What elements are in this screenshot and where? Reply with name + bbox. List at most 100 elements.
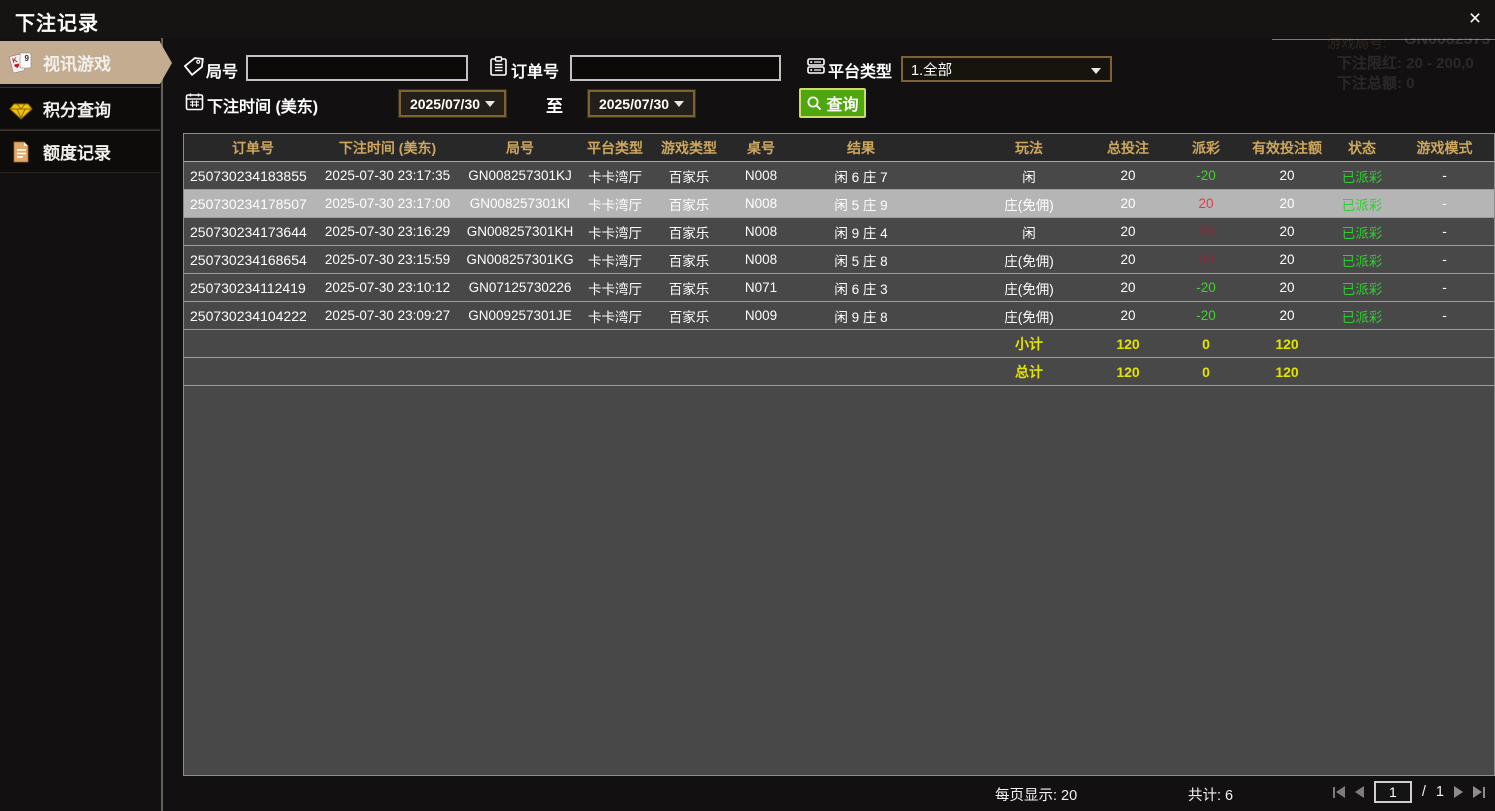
table-row[interactable]: 250730234178507 2025-07-30 23:17:00 GN0082…	[184, 190, 1494, 218]
column-header: 下注时间 (美东)	[338, 139, 437, 156]
platform-cell: 卡卡湾厅	[588, 281, 642, 297]
last-page-button[interactable]	[1473, 786, 1485, 798]
tag-icon	[184, 56, 204, 76]
column-header: 游戏类型	[661, 139, 717, 156]
valid-bet-cell: 20	[1279, 196, 1295, 211]
page-title: 下注记录	[15, 13, 99, 35]
bet-time-cell: 2025-07-30 23:17:00	[324, 196, 451, 211]
status-cell: 已派彩	[1341, 309, 1383, 325]
search-icon	[806, 95, 823, 112]
table-row[interactable]: 250730234112419 2025-07-30 23:10:12 GN0712…	[184, 274, 1494, 302]
round-no-input[interactable]	[246, 55, 468, 81]
table-row[interactable]: 250730234183855 2025-07-30 23:17:35 GN0082…	[184, 162, 1494, 190]
column-header: 平台类型	[587, 139, 643, 156]
grand-total-row-payout-cell: 0	[1202, 363, 1210, 380]
subtotal-row-total-bet-cell: 120	[1116, 335, 1140, 352]
order-no-cell: 250730234178507	[190, 195, 307, 212]
valid-bet-cell: 20	[1279, 168, 1295, 183]
result-cell: 闲 9 庄 8	[834, 309, 888, 325]
bg-bet-total: 下注总额: 0	[1337, 75, 1415, 92]
game-type-cell: 百家乐	[668, 169, 710, 185]
grand-total-row-valid-bet-cell: 120	[1275, 363, 1299, 380]
game-type-cell: 百家乐	[668, 197, 710, 213]
play-method-cell: 庄(免佣)	[1004, 281, 1054, 297]
total-bet-cell: 20	[1120, 224, 1136, 239]
column-header: 总投注	[1107, 139, 1149, 156]
table-row[interactable]: 250730234168654 2025-07-30 23:15:59 GN0082…	[184, 246, 1494, 274]
column-header: 状态	[1348, 139, 1376, 156]
payout-cell: -20	[1196, 308, 1216, 323]
column-header: 玩法	[1015, 139, 1043, 156]
bet-time-label: 下注时间 (美东)	[207, 99, 319, 116]
platform-select-value: 1.全部	[911, 62, 953, 79]
table-row[interactable]: 250730234173644 2025-07-30 23:16:29 GN0082…	[184, 218, 1494, 246]
close-icon[interactable]: ×	[1463, 8, 1487, 32]
clipboard-icon	[489, 56, 509, 76]
date-from-picker[interactable]: 2025/07/30	[398, 89, 507, 118]
column-header: 游戏模式	[1416, 139, 1473, 156]
chevron-down-icon	[674, 100, 685, 107]
order-no-cell: 250730234168654	[190, 251, 307, 268]
round-no-label: 局号	[206, 64, 239, 81]
round-no-cell: GN008257301KH	[466, 224, 574, 239]
result-cell: 闲 6 庄 7	[834, 169, 888, 185]
sidebar-item-video-games[interactable]: K 9 视讯游戏	[0, 41, 172, 84]
platform-select[interactable]: 1.全部	[901, 56, 1112, 82]
table-no-cell: N009	[744, 308, 778, 323]
status-cell: 已派彩	[1341, 197, 1383, 213]
column-header: 有效投注额	[1252, 139, 1322, 156]
prev-page-button[interactable]	[1354, 786, 1364, 798]
status-cell: 已派彩	[1341, 169, 1383, 185]
first-page-button[interactable]	[1332, 786, 1345, 798]
platform-cell: 卡卡湾厅	[588, 225, 642, 241]
payout-cell: -20	[1196, 168, 1216, 183]
subtotal-row-play-method-cell: 小计	[1015, 335, 1043, 352]
chevron-down-icon	[485, 100, 496, 107]
query-button[interactable]: 查询	[799, 88, 866, 118]
order-no-cell: 250730234112419	[190, 279, 306, 296]
date-to-picker[interactable]: 2025/07/30	[587, 89, 696, 118]
play-method-cell: 庄(免佣)	[1004, 197, 1054, 213]
sidebar-item-points-query[interactable]: 积分查询	[0, 87, 160, 130]
table-no-cell: N008	[744, 224, 778, 239]
result-cell: 闲 6 庄 3	[834, 281, 888, 297]
order-no-input[interactable]	[570, 55, 781, 81]
game-type-cell: 百家乐	[668, 309, 710, 325]
betting-records-window: 荷官名称: Aggie 游戏局号: GN0082573 下注限红: 20 - 2…	[0, 0, 1495, 811]
platform-cell: 卡卡湾厅	[588, 253, 642, 269]
platform-cell: 卡卡湾厅	[588, 169, 642, 185]
round-no-cell: GN008257301KG	[466, 252, 574, 267]
date-to-value: 2025/07/30	[598, 95, 670, 112]
sidebar-item-label: 额度记录	[43, 144, 111, 163]
valid-bet-cell: 20	[1279, 280, 1295, 295]
diamond-icon	[8, 96, 34, 122]
play-method-cell: 庄(免佣)	[1004, 309, 1054, 325]
total-bet-cell: 20	[1120, 196, 1136, 211]
platform-cell: 卡卡湾厅	[588, 309, 642, 325]
game-mode-cell: -	[1442, 308, 1447, 323]
game-mode-cell: -	[1442, 252, 1447, 267]
table-no-cell: N008	[744, 168, 778, 183]
total-bet-cell: 20	[1120, 252, 1136, 267]
game-mode-cell: -	[1442, 280, 1447, 295]
result-cell: 闲 5 庄 9	[834, 197, 888, 213]
subtotal-row-valid-bet-cell: 120	[1275, 335, 1299, 352]
next-page-button[interactable]	[1454, 786, 1463, 798]
result-cell: 闲 5 庄 8	[834, 253, 888, 269]
chevron-down-icon	[1091, 68, 1101, 74]
bet-time-cell: 2025-07-30 23:16:29	[324, 224, 451, 239]
query-button-label: 查询	[826, 97, 859, 114]
page-total: 1	[1435, 784, 1444, 800]
table-row[interactable]: 250730234104222 2025-07-30 23:09:27 GN0092…	[184, 302, 1494, 330]
table-no-cell: N008	[744, 196, 778, 211]
page-separator: /	[1421, 784, 1426, 800]
svg-text:9: 9	[25, 54, 30, 63]
column-header: 局号	[506, 139, 534, 156]
page-number-input[interactable]	[1373, 781, 1412, 803]
game-type-cell: 百家乐	[668, 225, 710, 241]
sidebar-item-quota-records[interactable]: 额度记录	[0, 130, 160, 173]
play-method-cell: 闲	[1022, 225, 1036, 241]
platform-cell: 卡卡湾厅	[588, 197, 642, 213]
order-no-label: 订单号	[511, 64, 560, 81]
game-mode-cell: -	[1442, 196, 1447, 211]
